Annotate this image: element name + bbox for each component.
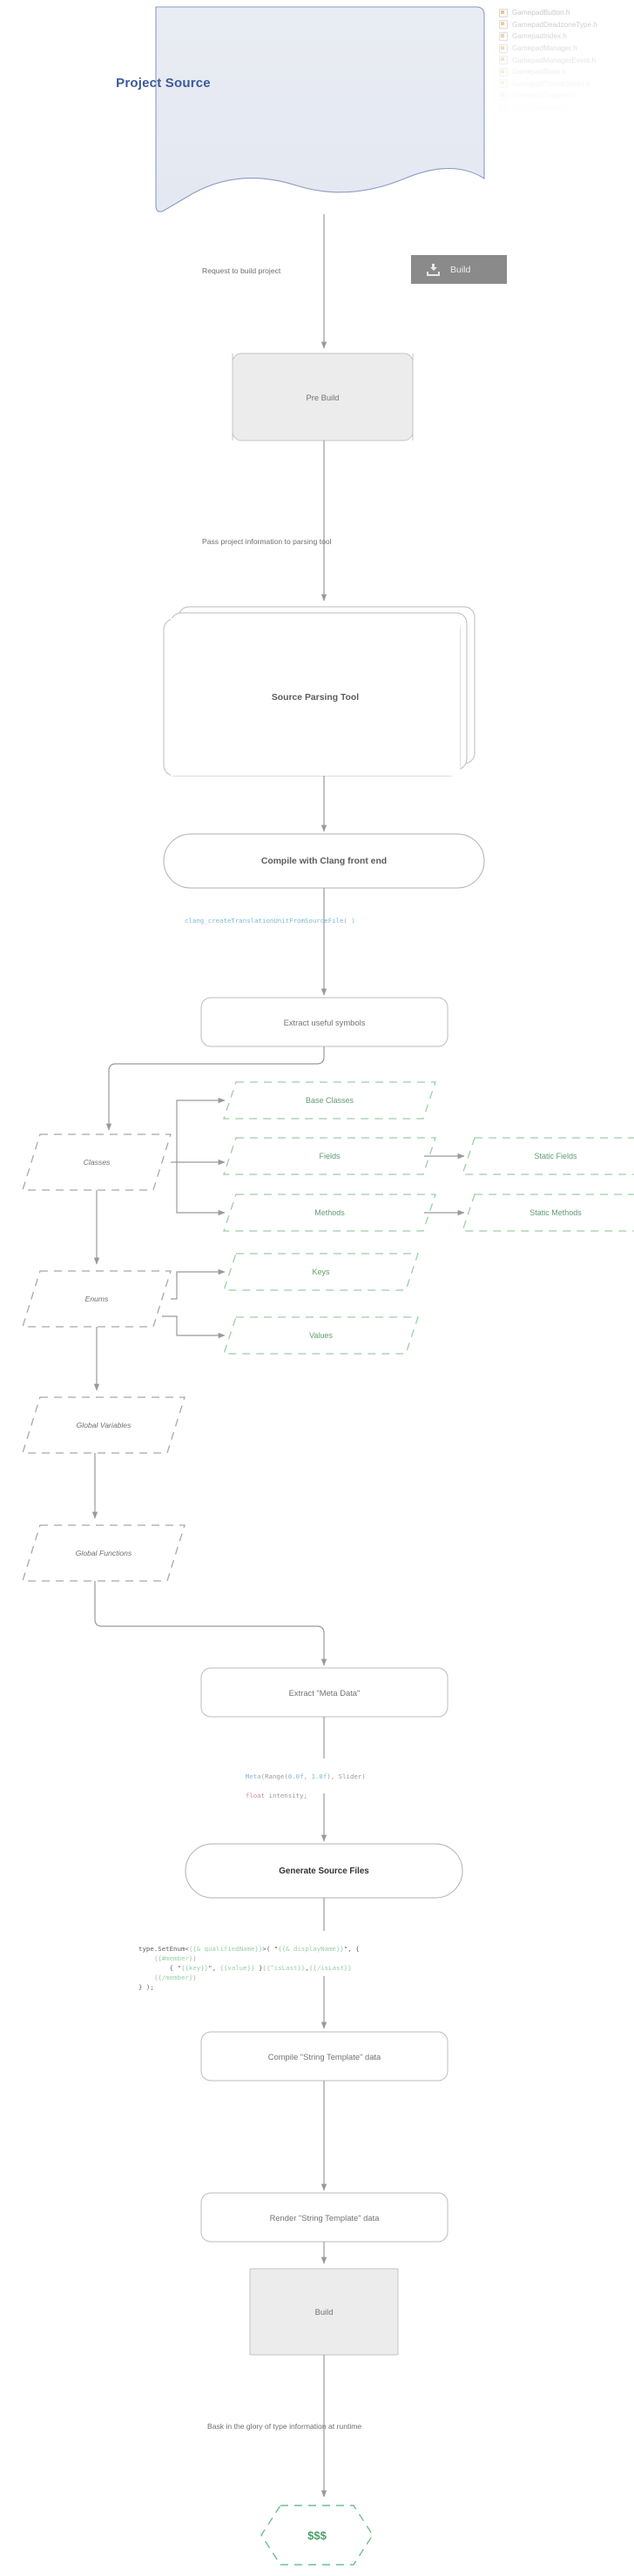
code-meta-min: 0.0f	[287, 1772, 304, 1780]
node-compile-string-template[interactable]: Compile "String Template" data	[201, 2032, 448, 2081]
code-clang-call: clang_createTranslationUnitFromSourceFil…	[185, 917, 355, 925]
code-meta-keyword: Meta	[245, 1772, 261, 1780]
code-tpl-l3a: { "	[169, 1964, 181, 1972]
node-static-methods-label: Static Methods	[529, 1208, 582, 1217]
file-list-item[interactable]: GamepadTriggers.h	[499, 90, 630, 102]
node-enums-label: Enums	[84, 1295, 109, 1303]
code-meta-var: intensity;	[265, 1792, 308, 1799]
node-source-parsing-tool[interactable]: Source Parsing Tool	[171, 619, 460, 776]
code-meta-snippet: Meta(Range(0.0f, 1.0f), Slider) float in…	[230, 1762, 366, 1810]
code-tpl-l1e: ", {	[343, 1945, 360, 1953]
code-string-template-snippet: type.SetEnum<{{& qualifiedName}}>( "{{& …	[138, 1934, 360, 1992]
file-list-item-label: GamepadManagerEvent.h	[512, 56, 597, 64]
code-tpl-l1b: {{& qualifiedName}}	[188, 1945, 263, 1953]
node-generate-source-files[interactable]: Generate Source Files	[185, 1844, 462, 1898]
download-build-icon	[427, 263, 440, 276]
code-tpl-l3c: ",	[208, 1964, 220, 1972]
header-file-icon	[499, 67, 508, 77]
edge-label-request-build: Request to build project	[202, 266, 281, 275]
file-list-item-label: GamepadThumbSticks.h	[512, 79, 591, 88]
header-file-icon	[499, 20, 508, 30]
node-build[interactable]: Build	[250, 2269, 398, 2355]
header-file-icon	[499, 91, 508, 100]
code-tpl-l2: {{#member}}	[153, 1954, 197, 1962]
node-pre-build[interactable]: Pre Build	[233, 353, 413, 441]
code-tpl-l3d: {{value}}	[219, 1964, 255, 1972]
file-list-item[interactable]: GamepadManagerEvent.h	[499, 54, 630, 66]
node-classes-label: Classes	[83, 1158, 111, 1167]
node-global-variables-label: Global Variables	[76, 1421, 132, 1429]
node-methods[interactable]: Methods	[224, 1194, 435, 1231]
file-list-item[interactable]: GamepadIndex.h	[499, 30, 630, 43]
code-tpl-l1d: {{& displayName}}	[278, 1945, 344, 1953]
header-file-icon	[499, 103, 508, 112]
node-methods-label: Methods	[314, 1208, 345, 1217]
file-list-item[interactable]: GamepadDeadzoneType.h	[499, 19, 630, 31]
node-static-methods[interactable]: Static Methods	[462, 1194, 634, 1231]
code-meta-open: (Range(	[260, 1772, 288, 1780]
code-tpl-l3h: {{/isLast}}	[308, 1964, 352, 1972]
code-meta-max: 1.0f	[311, 1772, 327, 1780]
file-list-item-label: GamepadTriggers.h	[512, 91, 576, 100]
node-classes[interactable]: Classes	[23, 1134, 171, 1190]
diagram-canvas: Project Source GamepadButton.h GamepadDea…	[0, 0, 634, 2576]
node-global-functions-label: Global Functions	[75, 1549, 132, 1557]
header-file-icon	[499, 56, 508, 65]
build-button[interactable]: Build	[411, 255, 507, 284]
header-file-icon	[499, 8, 508, 17]
node-global-functions[interactable]: Global Functions	[23, 1525, 185, 1581]
file-list-item[interactable]: GamepadState.h	[499, 66, 630, 78]
node-extract-meta-data[interactable]: Extract "Meta Data"	[201, 1668, 448, 1717]
node-render-string-template[interactable]: Render "String Template" data	[201, 2193, 448, 2242]
node-values[interactable]: Values	[224, 1317, 418, 1354]
node-compile-clang[interactable]: Compile with Clang front end	[164, 834, 484, 888]
code-meta-comma: ,	[303, 1772, 312, 1780]
node-base-classes-label: Base Classes	[305, 1096, 354, 1105]
file-list-item-label: VirtualGamepad.h	[512, 104, 570, 112]
node-extract-useful-symbols[interactable]: Extract useful symbols	[201, 998, 448, 1046]
file-list-item-label: GamepadIndex.h	[512, 32, 567, 41]
code-tpl-l3f: {{^isLast}}	[262, 1964, 306, 1972]
file-list-item[interactable]: GamepadManager.h	[499, 43, 630, 55]
node-global-variables[interactable]: Global Variables	[23, 1397, 185, 1453]
node-keys-label: Keys	[312, 1268, 330, 1276]
code-tpl-l1c: >( "	[262, 1945, 279, 1953]
page-title: Project Source	[116, 75, 211, 91]
header-file-icon	[499, 79, 508, 89]
node-enums[interactable]: Enums	[23, 1271, 171, 1327]
node-values-label: Values	[309, 1331, 333, 1340]
header-file-icon	[499, 31, 508, 41]
source-file-list: GamepadButton.h GamepadDeadzoneType.h Game…	[499, 7, 630, 113]
code-tpl-l4: {{/member}}	[153, 1974, 197, 1981]
node-base-classes[interactable]: Base Classes	[224, 1082, 435, 1119]
node-keys[interactable]: Keys	[224, 1254, 418, 1290]
file-list-item-label: GamepadManager.h	[512, 44, 577, 53]
file-list-item[interactable]: GamepadButton.h	[499, 7, 630, 19]
file-list-item-label: GamepadButton.h	[512, 9, 570, 17]
file-list-item[interactable]: GamepadThumbSticks.h	[499, 78, 630, 91]
file-list-item[interactable]: VirtualGamepad.h	[499, 102, 630, 114]
header-file-icon	[499, 44, 508, 53]
code-tpl-l3b: {{key}}	[180, 1964, 209, 1972]
node-fields[interactable]: Fields	[224, 1138, 435, 1174]
node-fields-label: Fields	[319, 1152, 341, 1160]
edge-label-pass-project-info: Pass project information to parsing tool	[202, 537, 332, 546]
build-button-label: Build	[450, 264, 471, 275]
code-tpl-l1a: type.SetEnum<	[138, 1945, 189, 1953]
code-meta-type: float	[245, 1792, 266, 1799]
node-money[interactable]: $$$	[261, 2505, 373, 2565]
edge-label-bask-glory: Bask in the glory of type information at…	[207, 2422, 362, 2431]
file-list-item-label: GamepadState.h	[512, 68, 566, 77]
project-source-shape	[155, 6, 485, 212]
node-static-fields-label: Static Fields	[534, 1152, 577, 1160]
code-meta-close: ), Slider)	[327, 1772, 366, 1780]
node-static-fields[interactable]: Static Fields	[462, 1138, 634, 1174]
code-tpl-l5: } );	[138, 1983, 154, 1991]
file-list-item-label: GamepadDeadzoneType.h	[512, 20, 597, 29]
